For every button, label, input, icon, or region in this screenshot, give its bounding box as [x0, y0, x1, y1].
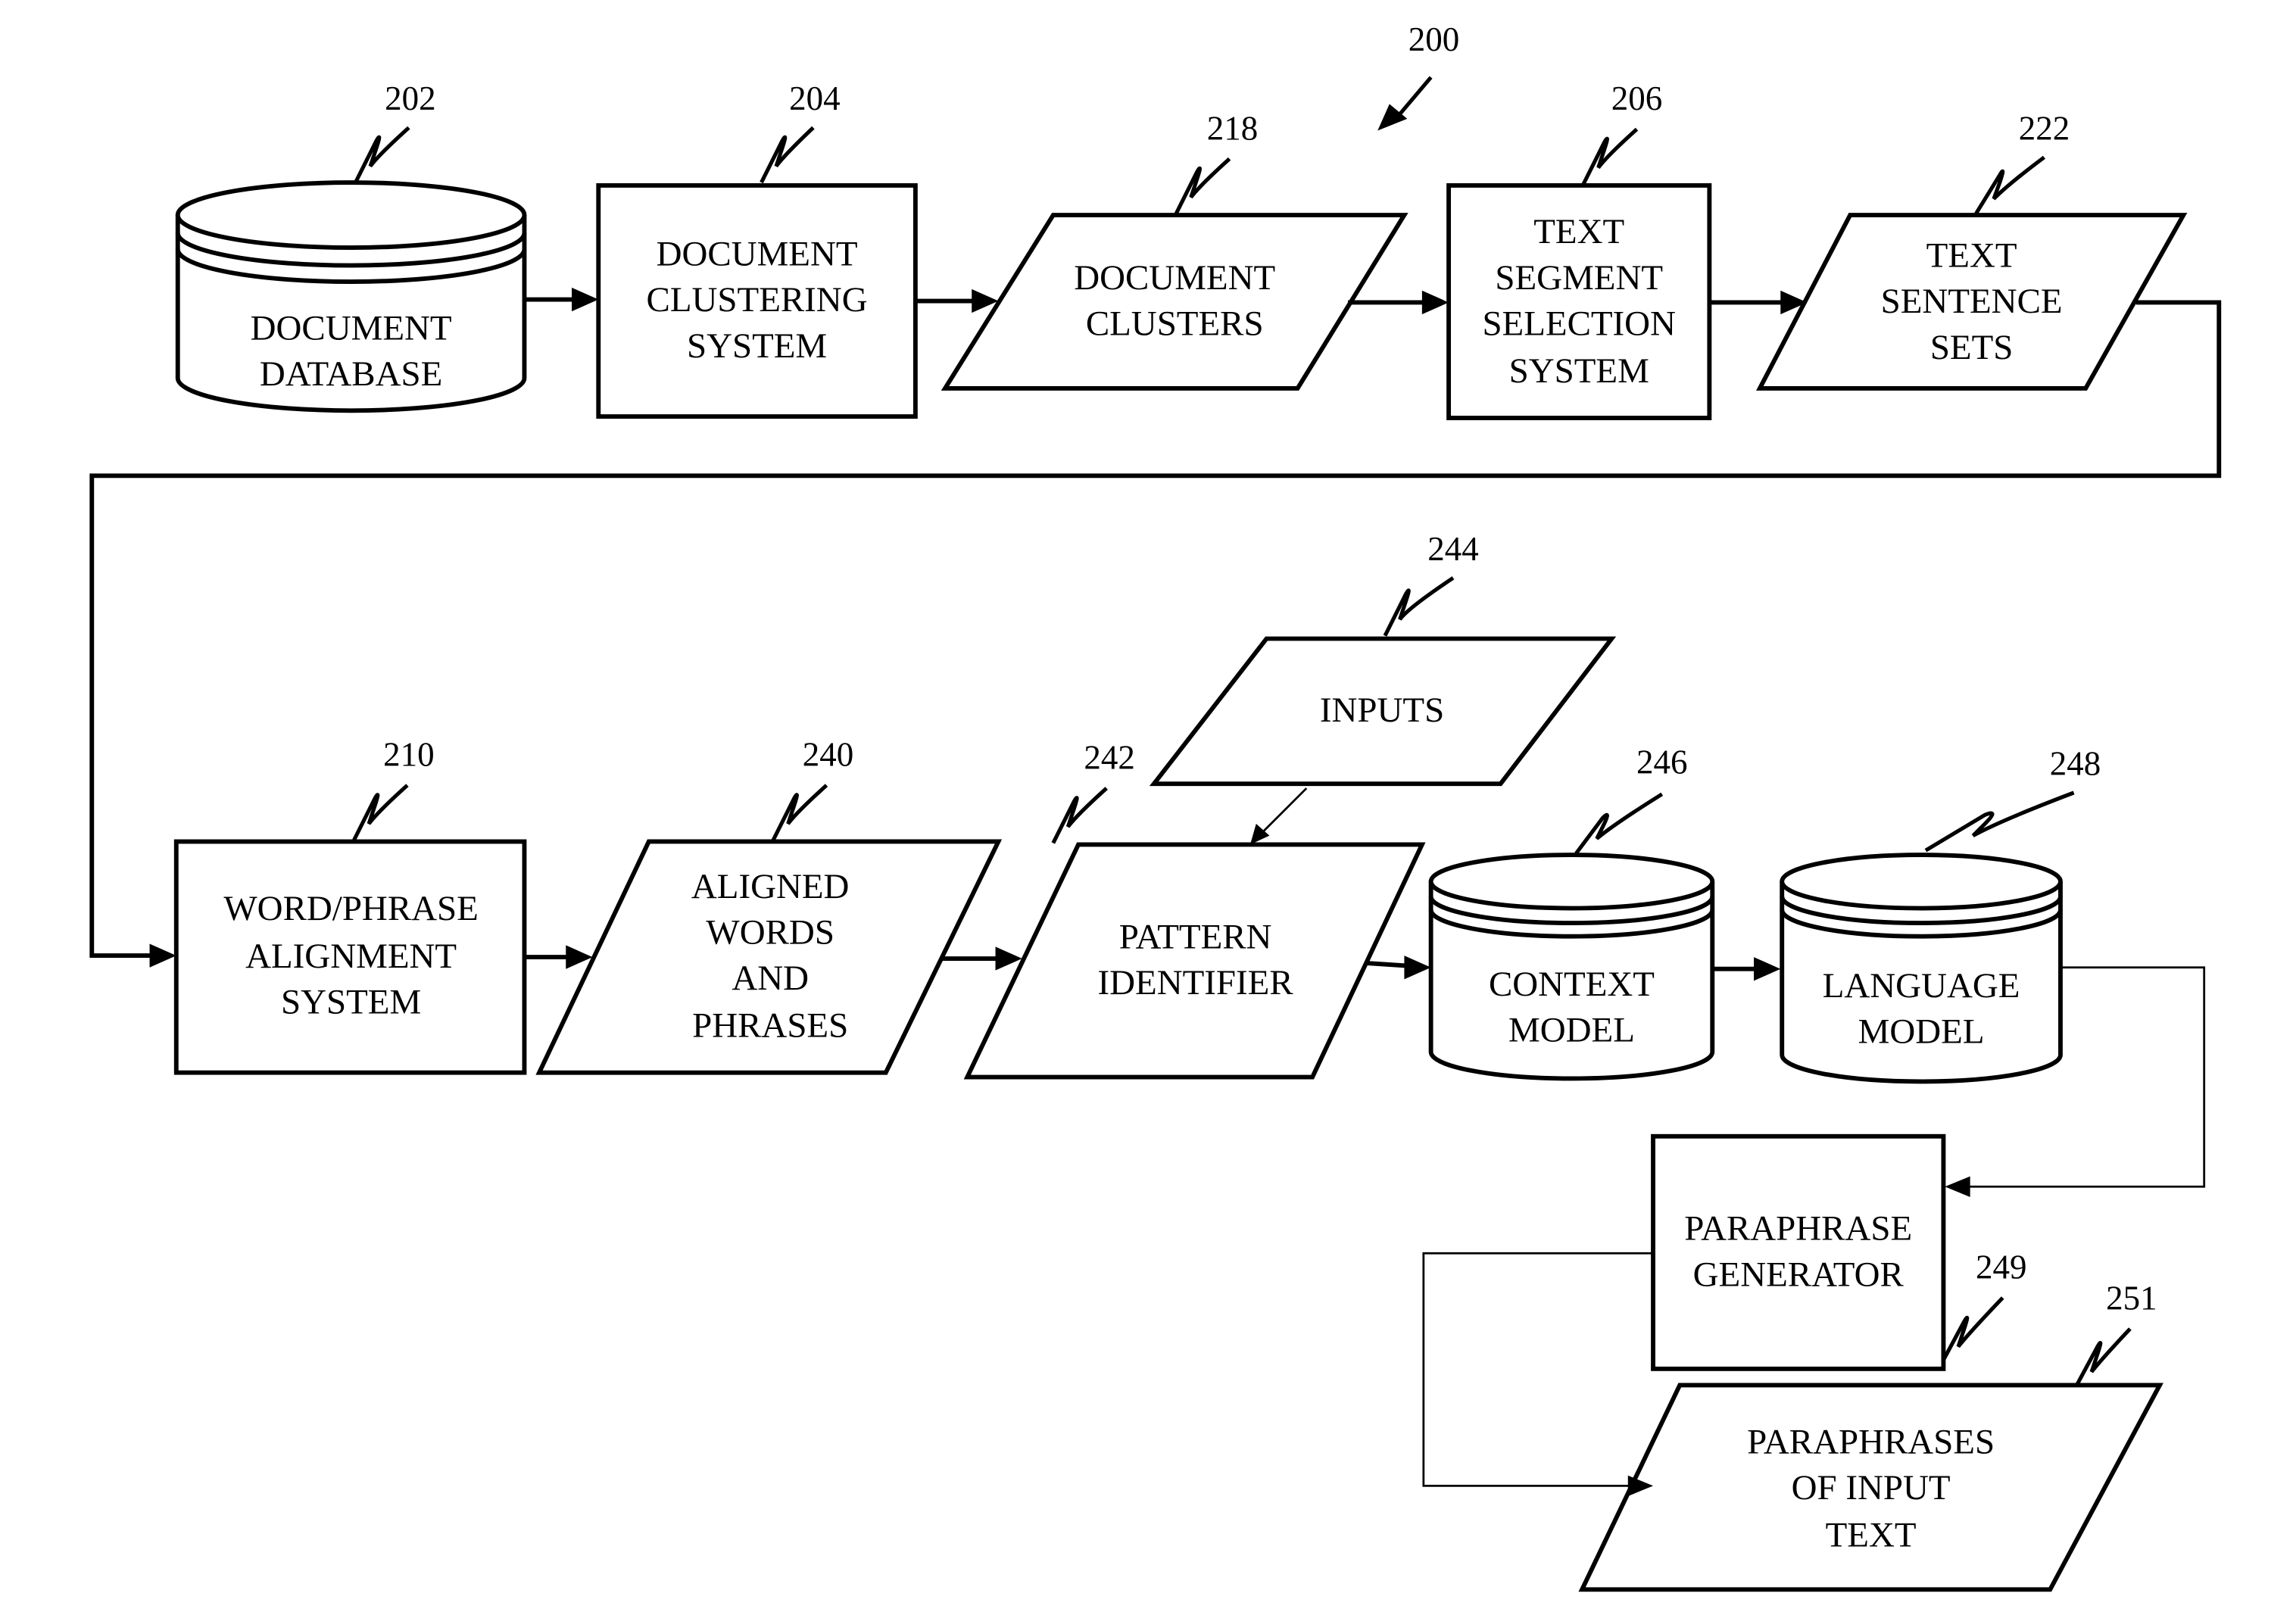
- ref-squiggle-202: [354, 126, 410, 184]
- svg-text:DATABASE: DATABASE: [260, 354, 442, 394]
- figure-ref-arrow: [1377, 76, 1433, 131]
- svg-text:CLUSTERING: CLUSTERING: [647, 280, 868, 320]
- svg-text:SELECTION: SELECTION: [1482, 304, 1676, 343]
- svg-text:TEXT: TEXT: [1826, 1516, 1917, 1555]
- ref-206: 206: [1611, 80, 1662, 117]
- svg-text:SEGMENT: SEGMENT: [1495, 258, 1663, 298]
- svg-text:DOCUMENT: DOCUMENT: [251, 308, 452, 348]
- ref-240: 240: [803, 736, 853, 774]
- ref-204: 204: [789, 80, 840, 117]
- svg-text:GENERATOR: GENERATOR: [1693, 1255, 1904, 1294]
- figure-ref-200: 200: [1408, 20, 1459, 58]
- svg-text:WORDS: WORDS: [706, 912, 834, 952]
- svg-text:TEXT: TEXT: [1926, 236, 2017, 276]
- edge-242-246: [1365, 956, 1431, 980]
- ref-249: 249: [1976, 1249, 2026, 1286]
- node-document-clusters: [941, 213, 1408, 391]
- svg-text:PARAPHRASES: PARAPHRASES: [1747, 1422, 1995, 1461]
- edge-218-206: [1348, 290, 1449, 315]
- ref-242: 242: [1084, 739, 1134, 777]
- ref-squiggle-240: [771, 784, 828, 841]
- svg-text:ALIGNED: ALIGNED: [691, 867, 850, 906]
- node-paraphrase-generator: [1651, 1133, 1946, 1371]
- ref-squiggle-210: [352, 784, 409, 841]
- svg-text:SYSTEM: SYSTEM: [1509, 351, 1649, 391]
- ref-squiggle-206: [1581, 127, 1639, 186]
- flow-diagram: 200 202 204 218 206 222 210 240 242 244 …: [89, 20, 2222, 1592]
- edge-246-248: [1712, 957, 1781, 981]
- svg-text:MODEL: MODEL: [1858, 1012, 1985, 1052]
- svg-text:DOCUMENT: DOCUMENT: [1074, 258, 1275, 298]
- edge-206-222: [1709, 290, 1808, 315]
- ref-218: 218: [1207, 109, 1258, 147]
- ref-251: 251: [2106, 1280, 2157, 1317]
- svg-text:SETS: SETS: [1930, 328, 2014, 367]
- svg-text:ALIGNMENT: ALIGNMENT: [245, 937, 457, 976]
- edge-240-242: [942, 946, 1022, 971]
- svg-text:MODEL: MODEL: [1508, 1011, 1635, 1050]
- edge-202-204: [524, 287, 599, 312]
- svg-text:PATTERN: PATTERN: [1119, 917, 1272, 956]
- ref-squiggle-249: [1942, 1296, 2004, 1361]
- svg-text:CONTEXT: CONTEXT: [1489, 965, 1655, 1004]
- ref-210: 210: [383, 736, 434, 774]
- svg-text:DOCUMENT: DOCUMENT: [657, 235, 858, 274]
- svg-text:LANGUAGE: LANGUAGE: [1823, 966, 2020, 1005]
- svg-text:SENTENCE: SENTENCE: [1881, 282, 2063, 321]
- svg-text:CLUSTERS: CLUSTERS: [1086, 304, 1264, 343]
- ref-squiggle-251: [2075, 1327, 2132, 1386]
- ref-squiggle-204: [760, 126, 815, 184]
- ref-squiggle-218: [1174, 157, 1231, 215]
- ref-246: 246: [1636, 744, 1687, 781]
- svg-text:IDENTIFIER: IDENTIFIER: [1098, 963, 1294, 1002]
- node-pattern-identifier: [963, 842, 1426, 1080]
- label-inputs: INPUTS: [1320, 691, 1444, 730]
- ref-248: 248: [2050, 744, 2101, 782]
- ref-squiggle-246: [1574, 792, 1664, 855]
- svg-text:WORD/PHRASE: WORD/PHRASE: [223, 889, 478, 928]
- svg-text:OF INPUT: OF INPUT: [1792, 1468, 1951, 1507]
- edge-249-251: [1422, 1252, 1654, 1497]
- edge-244-242: [1249, 787, 1308, 845]
- ref-222: 222: [2019, 109, 2070, 147]
- ref-244: 244: [1427, 530, 1478, 568]
- ref-squiggle-242: [1051, 787, 1108, 844]
- svg-text:SYSTEM: SYSTEM: [281, 982, 421, 1021]
- ref-squiggle-248: [1924, 790, 2075, 853]
- svg-text:TEXT: TEXT: [1533, 212, 1624, 251]
- svg-text:AND: AND: [732, 959, 809, 998]
- ref-squiggle-244: [1383, 576, 1455, 637]
- ref-squiggle-222: [1974, 155, 2045, 215]
- svg-text:INPUTS: INPUTS: [1320, 691, 1444, 730]
- ref-202: 202: [385, 80, 435, 117]
- svg-text:PHRASES: PHRASES: [692, 1006, 848, 1046]
- svg-text:SYSTEM: SYSTEM: [687, 326, 827, 366]
- edge-210-240: [524, 945, 593, 969]
- svg-text:PARAPHRASE: PARAPHRASE: [1684, 1209, 1912, 1249]
- edge-204-218: [915, 288, 999, 313]
